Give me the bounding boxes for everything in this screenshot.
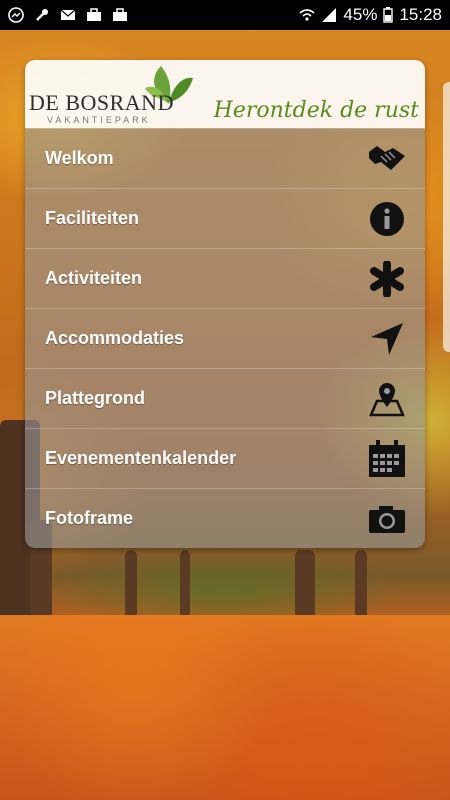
menu-item-label: Faciliteiten [45, 208, 140, 228]
battery-icon [383, 7, 394, 23]
signal-icon [322, 8, 337, 22]
menu-list: Welkom Faciliteiten Activiteiten Accommo… [25, 128, 425, 548]
menu-item-evenementenkalender[interactable]: Evenementenkalender [25, 428, 425, 488]
battery-percentage: 45% [343, 5, 378, 24]
menu-item-accommodaties[interactable]: Accommodaties [25, 308, 425, 368]
tree-trunk [125, 550, 137, 620]
tree-trunk [180, 550, 190, 620]
brand-subtitle: VAKANTIEPARK [47, 115, 151, 125]
main-menu-panel: DE BOSRAND VAKANTIEPARK Herontdek de rus… [25, 60, 425, 548]
menu-item-label: Welkom [45, 148, 114, 168]
header-banner: DE BOSRAND VAKANTIEPARK Herontdek de rus… [25, 60, 425, 128]
tree-trunk [295, 550, 315, 625]
info-icon [367, 199, 407, 239]
menu-item-label: Accommodaties [45, 328, 185, 348]
tagline: Herontdek de rust [213, 98, 419, 123]
briefcase-icon [87, 8, 101, 21]
menu-item-welkom[interactable]: Welkom [25, 128, 425, 188]
map-pin-icon [367, 379, 407, 419]
handshake-icon [367, 139, 407, 179]
asterisk-icon [367, 259, 407, 299]
navigation-arrow-icon [367, 319, 407, 359]
messenger-icon [8, 7, 24, 23]
calendar-icon [367, 439, 407, 479]
menu-item-faciliteiten[interactable]: Faciliteiten [25, 188, 425, 248]
menu-item-label: Fotoframe [45, 508, 134, 528]
menu-item-plattegrond[interactable]: Plattegrond [25, 368, 425, 428]
tree-trunk [355, 550, 367, 620]
briefcase-icon [113, 8, 127, 21]
mail-icon [60, 9, 76, 20]
wrench-icon [36, 9, 48, 21]
wifi-icon [299, 9, 315, 21]
leaf-covered-ground [0, 615, 450, 800]
clock: 15:28 [399, 5, 442, 24]
menu-item-fotoframe[interactable]: Fotoframe [25, 488, 425, 548]
status-bar: 45% 15:28 [0, 0, 450, 30]
brand-name: DE BOSRAND [29, 90, 174, 115]
menu-item-label: Evenementenkalender [45, 448, 237, 468]
menu-item-label: Activiteiten [45, 268, 143, 288]
menu-item-label: Plattegrond [45, 388, 146, 408]
menu-item-activiteiten[interactable]: Activiteiten [25, 248, 425, 308]
side-drawer-handle[interactable] [443, 82, 450, 352]
camera-icon [367, 499, 407, 539]
